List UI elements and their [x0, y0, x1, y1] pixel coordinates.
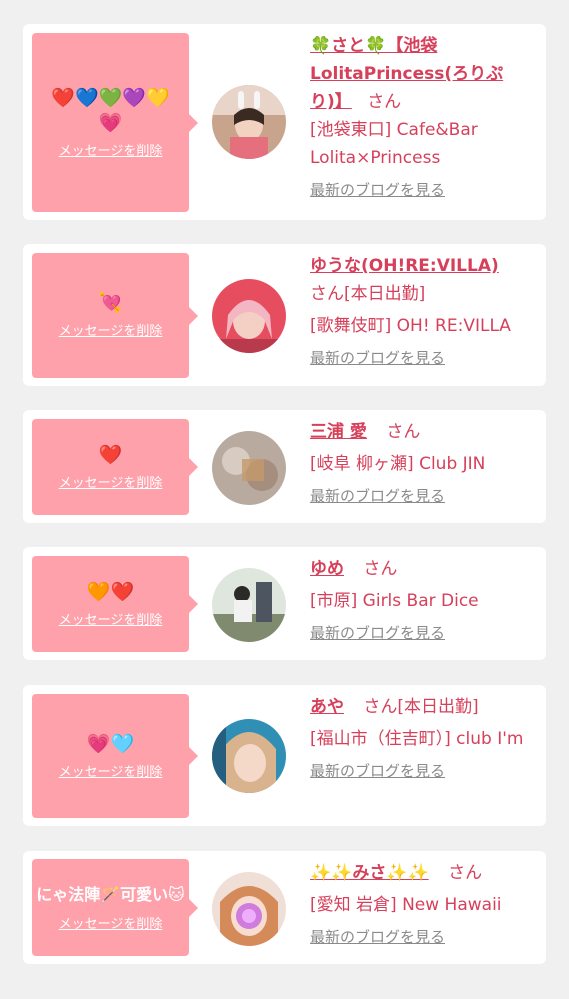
message-bubble: にゃ法陣🪄可愛い🐱 メッセージを削除: [32, 859, 198, 956]
message-bubble: 💗🩵 メッセージを削除: [32, 694, 198, 818]
list-item: ❤️ メッセージを削除 三浦 愛 さん [岐阜 柳ヶ瀬] Club JIN 最新…: [23, 410, 546, 523]
delete-message-link[interactable]: メッセージを削除: [59, 917, 163, 933]
card-info: 🍀さと🍀【池袋LolitaPrincess(ろりぷり)】 さん [池袋東口] C…: [310, 32, 540, 204]
avatar[interactable]: [212, 872, 286, 946]
shop-info: [福山市（住吉町）] club I'm: [310, 729, 524, 749]
view-blog-link[interactable]: 最新のブログを見る: [310, 180, 445, 200]
view-blog-link[interactable]: 最新のブログを見る: [310, 623, 445, 643]
card-info: 三浦 愛 さん [岐阜 柳ヶ瀬] Club JIN 最新のブログを見る: [310, 418, 540, 510]
cast-name-link[interactable]: あや: [310, 697, 344, 717]
delete-message-link[interactable]: メッセージを削除: [59, 765, 163, 781]
message-bubble: ❤️ メッセージを削除: [32, 419, 198, 515]
message-bubble: 💘 メッセージを削除: [32, 253, 198, 378]
cast-name-link[interactable]: ゆめ: [310, 559, 344, 579]
message-text: 💘: [98, 292, 123, 314]
view-blog-link[interactable]: 最新のブログを見る: [310, 927, 445, 947]
cast-name-link[interactable]: 三浦 愛: [310, 422, 367, 442]
message-text: 💗🩵: [86, 732, 135, 755]
delete-message-link[interactable]: メッセージを削除: [59, 324, 163, 340]
message-list: ❤️💙💚💜💛💗 メッセージを削除 🍀さと🍀【池袋LolitaPrincess(ろ…: [0, 0, 569, 999]
honorific: さん: [448, 863, 483, 883]
cast-name-link[interactable]: ✨✨みさ✨✨: [310, 863, 429, 883]
honorific: さん: [363, 559, 398, 579]
list-item: にゃ法陣🪄可愛い🐱 メッセージを削除 ✨✨みさ✨✨ さん [愛知 岩倉] New…: [23, 851, 546, 964]
list-item: 💗🩵 メッセージを削除 あや さん[本日出勤] [福山市（住吉町）] club …: [23, 685, 546, 826]
avatar[interactable]: [212, 568, 286, 642]
view-blog-link[interactable]: 最新のブログを見る: [310, 761, 445, 781]
card-info: ゆめ さん [市原] Girls Bar Dice 最新のブログを見る: [310, 555, 540, 647]
message-text: 🧡❤️: [86, 580, 135, 603]
shop-info: [市原] Girls Bar Dice: [310, 591, 479, 611]
card-info: ✨✨みさ✨✨ さん [愛知 岩倉] New Hawaii 最新のブログを見る: [310, 859, 540, 951]
card-info: あや さん[本日出勤] [福山市（住吉町）] club I'm 最新のブログを見…: [310, 693, 540, 785]
message-text: ❤️💙💚💜💛💗: [51, 86, 170, 134]
avatar[interactable]: [212, 431, 286, 505]
view-blog-link[interactable]: 最新のブログを見る: [310, 486, 445, 506]
honorific: さん[本日出勤]: [310, 284, 426, 304]
delete-message-link[interactable]: メッセージを削除: [59, 476, 163, 492]
view-blog-link[interactable]: 最新のブログを見る: [310, 348, 445, 368]
list-item: 🧡❤️ メッセージを削除 ゆめ さん [市原] Girls Bar Dice 最…: [23, 547, 546, 660]
list-item: 💘 メッセージを削除 ゆうな(OH!RE:VILLA) さん[本日出勤] [歌舞…: [23, 244, 546, 386]
delete-message-link[interactable]: メッセージを削除: [59, 144, 163, 160]
list-item: ❤️💙💚💜💛💗 メッセージを削除 🍀さと🍀【池袋LolitaPrincess(ろ…: [23, 24, 546, 220]
honorific: さん[本日出勤]: [363, 697, 479, 717]
card-info: ゆうな(OH!RE:VILLA) さん[本日出勤] [歌舞伎町] OH! RE:…: [310, 252, 540, 372]
avatar[interactable]: [212, 85, 286, 159]
shop-info: [岐阜 柳ヶ瀬] Club JIN: [310, 454, 486, 474]
shop-info: [愛知 岩倉] New Hawaii: [310, 895, 502, 915]
delete-message-link[interactable]: メッセージを削除: [59, 613, 163, 629]
honorific: さん: [367, 92, 402, 112]
message-text: ❤️: [98, 443, 123, 466]
honorific: さん: [386, 422, 421, 442]
shop-info: [歌舞伎町] OH! RE:VILLA: [310, 316, 511, 336]
message-text: にゃ法陣🪄可愛い🐱: [36, 884, 185, 904]
cast-name-link[interactable]: ゆうな(OH!RE:VILLA): [310, 256, 499, 276]
message-bubble: ❤️💙💚💜💛💗 メッセージを削除: [32, 33, 198, 212]
avatar[interactable]: [212, 279, 286, 353]
shop-info: [池袋東口] Cafe&Bar Lolita×Princess: [310, 120, 478, 168]
avatar[interactable]: [212, 719, 286, 793]
cast-name-link[interactable]: 🍀さと🍀【池袋LolitaPrincess(ろりぷり)】: [310, 36, 503, 112]
message-bubble: 🧡❤️ メッセージを削除: [32, 556, 198, 652]
